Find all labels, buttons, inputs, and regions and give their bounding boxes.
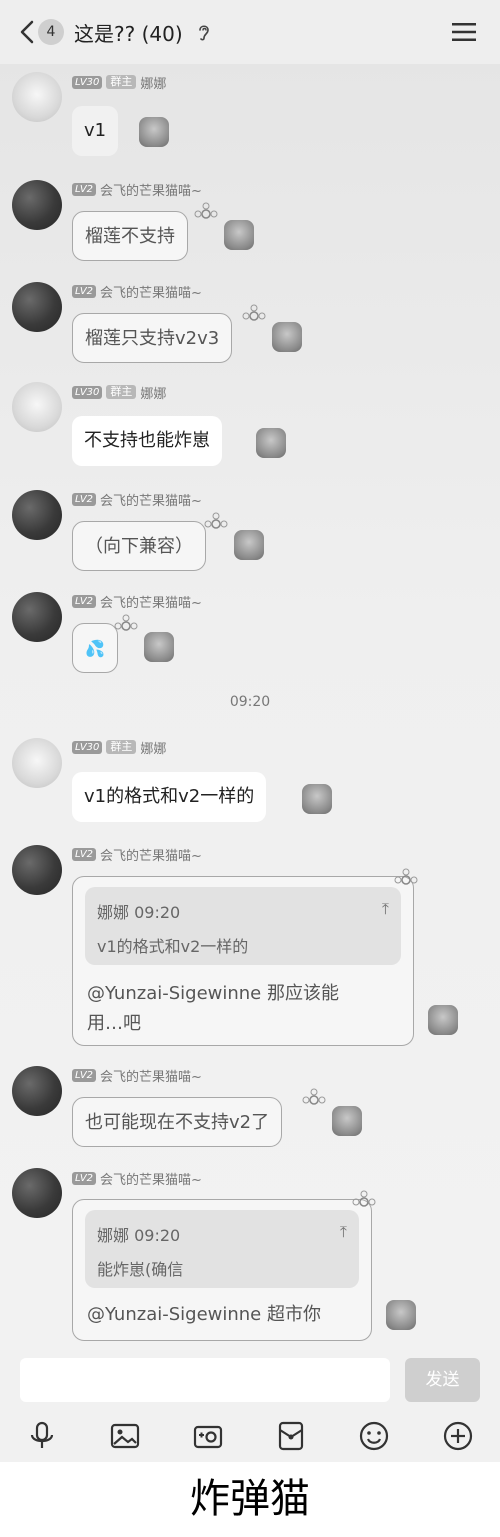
- level-badge: LV2: [72, 492, 97, 506]
- level-badge: LV2: [72, 594, 97, 608]
- flower-decoration-icon: [114, 614, 138, 631]
- toolbar: [0, 1412, 500, 1462]
- level-badge: LV2: [72, 1171, 97, 1185]
- sender-meta: LV2 会飞的芒果猫喵~: [72, 181, 202, 199]
- sender-meta: LV2 会飞的芒果猫喵~: [72, 1067, 202, 1085]
- avatar[interactable]: [12, 490, 62, 540]
- level-badge: LV2: [72, 1068, 97, 1082]
- message-bubble[interactable]: 榴莲不支持: [72, 211, 188, 261]
- message-bubble[interactable]: v1: [72, 106, 119, 156]
- sticker-icon: [302, 784, 332, 814]
- caption: 炸弹猫: [0, 1462, 500, 1537]
- sender-name: 娜娜: [140, 386, 167, 402]
- avatar[interactable]: [12, 1168, 62, 1218]
- reply-line: 用…吧: [87, 1013, 141, 1034]
- sender-meta: LV2 会飞的芒果猫喵~: [72, 283, 202, 301]
- quote-text: v1的格式和v2一样的: [97, 937, 249, 956]
- quote-header: 娜娜 09:20: [97, 1226, 181, 1245]
- jump-to-quote-icon[interactable]: ⤒: [382, 899, 389, 919]
- reply-line: @Yunzai-Sigewinne 超市你: [87, 1304, 321, 1325]
- sender-name: 会飞的芒果猫喵~: [100, 285, 202, 301]
- sender-meta: LV2 会飞的芒果猫喵~: [72, 593, 202, 611]
- chat-header: 4 这是?? (40): [0, 0, 500, 64]
- message-bubble[interactable]: 不支持也能炸崽: [72, 416, 222, 466]
- chat-title: 这是?? (40): [74, 22, 183, 46]
- emoji-icon[interactable]: [358, 1420, 390, 1452]
- quote-header: 娜娜 09:20: [97, 903, 181, 922]
- role-badge: 群主: [106, 75, 137, 89]
- sender-meta: LV2 会飞的芒果猫喵~: [72, 491, 202, 509]
- microphone-icon[interactable]: [26, 1420, 58, 1452]
- sticker-icon: [256, 428, 286, 458]
- sender-name: 娜娜: [140, 741, 167, 757]
- flower-decoration-icon: [242, 304, 266, 321]
- quoted-message[interactable]: 娜娜 09:20 能炸崽(确信 ⤒: [85, 1210, 359, 1288]
- sticker-icon: [428, 1005, 458, 1035]
- sticker-icon: [234, 530, 264, 560]
- avatar[interactable]: [12, 738, 62, 788]
- reply-text: @Yunzai-Sigewinne 那应该能 用…吧: [87, 979, 339, 1039]
- sticker-icon: [144, 632, 174, 662]
- flower-decoration-icon: [352, 1190, 376, 1207]
- sticker-icon: [386, 1300, 416, 1330]
- avatar[interactable]: [12, 72, 62, 122]
- flower-decoration-icon: [194, 202, 218, 219]
- message-bubble[interactable]: v1的格式和v2一样的: [72, 772, 267, 822]
- level-badge: LV2: [72, 847, 97, 861]
- sender-name: 会飞的芒果猫喵~: [100, 595, 202, 611]
- avatar[interactable]: [12, 180, 62, 230]
- menu-icon[interactable]: [452, 22, 476, 42]
- flower-decoration-icon: [394, 868, 418, 885]
- sender-name: 会飞的芒果猫喵~: [100, 493, 202, 509]
- jump-to-quote-icon[interactable]: ⤒: [340, 1222, 347, 1242]
- sender-name: 会飞的芒果猫喵~: [100, 1069, 202, 1085]
- sender-meta: LV2 会飞的芒果猫喵~: [72, 846, 202, 864]
- reply-bubble[interactable]: 娜娜 09:20 v1的格式和v2一样的 ⤒ @Yunzai-Sigewinne…: [72, 876, 414, 1046]
- quote-text: 能炸崽(确信: [97, 1260, 184, 1279]
- send-button[interactable]: 发送: [405, 1358, 480, 1402]
- avatar[interactable]: [12, 382, 62, 432]
- message-bubble[interactable]: 也可能现在不支持v2了: [72, 1097, 283, 1147]
- image-icon[interactable]: [109, 1420, 141, 1452]
- red-packet-icon[interactable]: [275, 1420, 307, 1452]
- level-badge: LV30: [72, 740, 103, 754]
- input-bar: 发送: [0, 1350, 500, 1412]
- reply-bubble[interactable]: 娜娜 09:20 能炸崽(确信 ⤒ @Yunzai-Sigewinne 超市你: [72, 1199, 372, 1341]
- timestamp: 09:20: [229, 694, 271, 710]
- unread-count-badge[interactable]: 4: [38, 19, 64, 45]
- level-badge: LV30: [72, 385, 103, 399]
- message-bubble[interactable]: 榴莲只支持v2v3: [72, 313, 233, 363]
- sticker-icon: [224, 220, 254, 250]
- sender-name: 会飞的芒果猫喵~: [100, 1172, 202, 1188]
- sender-name: 会飞的芒果猫喵~: [100, 848, 202, 864]
- message-input[interactable]: [20, 1358, 390, 1402]
- reply-text: @Yunzai-Sigewinne 超市你: [87, 1300, 321, 1330]
- level-badge: LV2: [72, 182, 97, 196]
- sticker-icon: [272, 322, 302, 352]
- sender-name: 娜娜: [140, 76, 167, 92]
- sticker-icon: [332, 1106, 362, 1136]
- avatar[interactable]: [12, 1066, 62, 1116]
- quoted-message[interactable]: 娜娜 09:20 v1的格式和v2一样的 ⤒: [85, 887, 401, 965]
- reply-line: @Yunzai-Sigewinne 那应该能: [87, 983, 339, 1004]
- avatar[interactable]: [12, 592, 62, 642]
- role-badge: 群主: [106, 740, 137, 754]
- message-bubble[interactable]: （向下兼容）: [72, 521, 206, 571]
- avatar[interactable]: [12, 845, 62, 895]
- camera-icon[interactable]: [192, 1420, 224, 1452]
- avatar[interactable]: [12, 282, 62, 332]
- ear-icon: [199, 25, 209, 41]
- sender-meta: LV30 群主 娜娜: [72, 74, 167, 92]
- plus-icon[interactable]: [442, 1420, 474, 1452]
- sticker-icon: [139, 117, 169, 147]
- level-badge: LV30: [72, 75, 103, 89]
- role-badge: 群主: [106, 385, 137, 399]
- sender-meta: LV2 会飞的芒果猫喵~: [72, 1170, 202, 1188]
- level-badge: LV2: [72, 284, 97, 298]
- sender-name: 会飞的芒果猫喵~: [100, 183, 202, 199]
- sender-meta: LV30 群主 娜娜: [72, 739, 167, 757]
- flower-decoration-icon: [204, 512, 228, 529]
- flower-decoration-icon: [302, 1088, 326, 1105]
- sender-meta: LV30 群主 娜娜: [72, 384, 167, 402]
